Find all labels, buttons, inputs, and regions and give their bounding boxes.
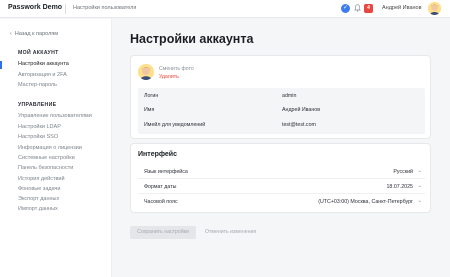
chevron-left-icon: ‹ (10, 31, 12, 37)
interface-card: Интерфейс Язык интерфейса Русский ⌄ Форм… (130, 143, 431, 213)
bell-icon[interactable] (354, 4, 361, 12)
sidebar-item-background-tasks[interactable]: Фоновые задачи (18, 186, 60, 192)
sidebar-item-security-dashboard[interactable]: Панель безопасности (18, 165, 73, 171)
sidebar-item-import[interactable]: Импорт данных (18, 206, 58, 212)
timezone-value[interactable]: (UTC+03:00) Москва, Санкт-Петербург (318, 199, 413, 205)
sidebar-item-system-settings[interactable]: Системные настройки (18, 155, 75, 161)
field-label: Формат даты (144, 184, 177, 190)
save-settings-button[interactable]: Сохранить настройки (130, 226, 196, 239)
chevron-down-icon[interactable]: ⌄ (417, 168, 422, 174)
header-section-title: Настройки пользователя (73, 5, 137, 11)
header-divider (65, 4, 66, 14)
interface-section-title: Интерфейс (138, 151, 177, 158)
date-format-value[interactable]: 18.07.2025 (386, 184, 413, 190)
sidebar-item-export[interactable]: Экспорт данных (18, 196, 59, 202)
email-value[interactable]: test@test.com (282, 122, 316, 128)
profile-avatar[interactable] (138, 64, 154, 80)
field-label: Логин (144, 93, 159, 99)
field-label: Язык интерфейса (144, 169, 188, 175)
timezone-select[interactable]: Часовой пояс (UTC+03:00) Москва, Санкт-П… (138, 195, 425, 209)
field-label: Имейл для уведомлений (144, 122, 206, 128)
sidebar-item-users[interactable]: Управление пользователями (18, 113, 92, 119)
language-value[interactable]: Русский (393, 169, 413, 175)
notification-count-badge[interactable]: 4 (364, 4, 373, 13)
field-row-email[interactable]: Имейл для уведомлений test@test.com (138, 117, 425, 134)
sidebar-group-management: УПРАВЛЕНИЕ (18, 102, 57, 108)
delete-photo-link[interactable]: Удалить (159, 74, 179, 80)
change-photo-link[interactable]: Сменить фото (159, 66, 194, 72)
user-name[interactable]: Андрей Иванов (382, 5, 422, 11)
sidebar: ‹ Назад к паролям МОЙ АККАУНТ Настройки а… (0, 19, 112, 277)
active-indicator (0, 61, 2, 69)
date-format-select[interactable]: Формат даты 18.07.2025 ⌄ (138, 180, 425, 194)
back-to-passwords-link[interactable]: ‹ Назад к паролям (10, 31, 58, 37)
login-value: admin (282, 93, 297, 99)
language-select[interactable]: Язык интерфейса Русский ⌄ (138, 165, 425, 179)
top-bar: Passwork Demo Настройки пользователя ✓ 4… (0, 0, 450, 18)
check-circle-icon[interactable]: ✓ (341, 4, 350, 13)
sidebar-item-account-settings[interactable]: Настройки аккаунта (18, 61, 69, 67)
sidebar-item-sso[interactable]: Настройки SSO (18, 134, 58, 140)
field-label: Часовой пояс (144, 199, 178, 205)
profile-card: Сменить фото Удалить Логин admin Имя Анд… (130, 55, 431, 139)
user-avatar[interactable] (428, 2, 441, 15)
back-link-label: Назад к паролям (14, 31, 59, 37)
name-value[interactable]: Андрей Иванов (282, 107, 320, 113)
sidebar-item-master-password[interactable]: Мастер-пароль (18, 82, 57, 88)
sidebar-item-auth-2fa[interactable]: Авторизация и 2FA (18, 72, 67, 78)
field-label: Имя (144, 107, 155, 113)
chevron-down-icon[interactable]: ⌄ (417, 198, 422, 204)
sidebar-item-ldap[interactable]: Настройки LDAP (18, 124, 61, 130)
sidebar-item-activity-log[interactable]: История действий (18, 176, 65, 182)
app-brand[interactable]: Passwork Demo (8, 4, 62, 11)
sidebar-item-license[interactable]: Информация о лицензии (18, 145, 82, 151)
sidebar-group-my-account: МОЙ АККАУНТ (18, 50, 59, 56)
cancel-changes-button[interactable]: Отменить изменения (205, 226, 256, 239)
chevron-down-icon[interactable]: ⌄ (417, 183, 422, 189)
page-title: Настройки аккаунта (130, 32, 254, 46)
